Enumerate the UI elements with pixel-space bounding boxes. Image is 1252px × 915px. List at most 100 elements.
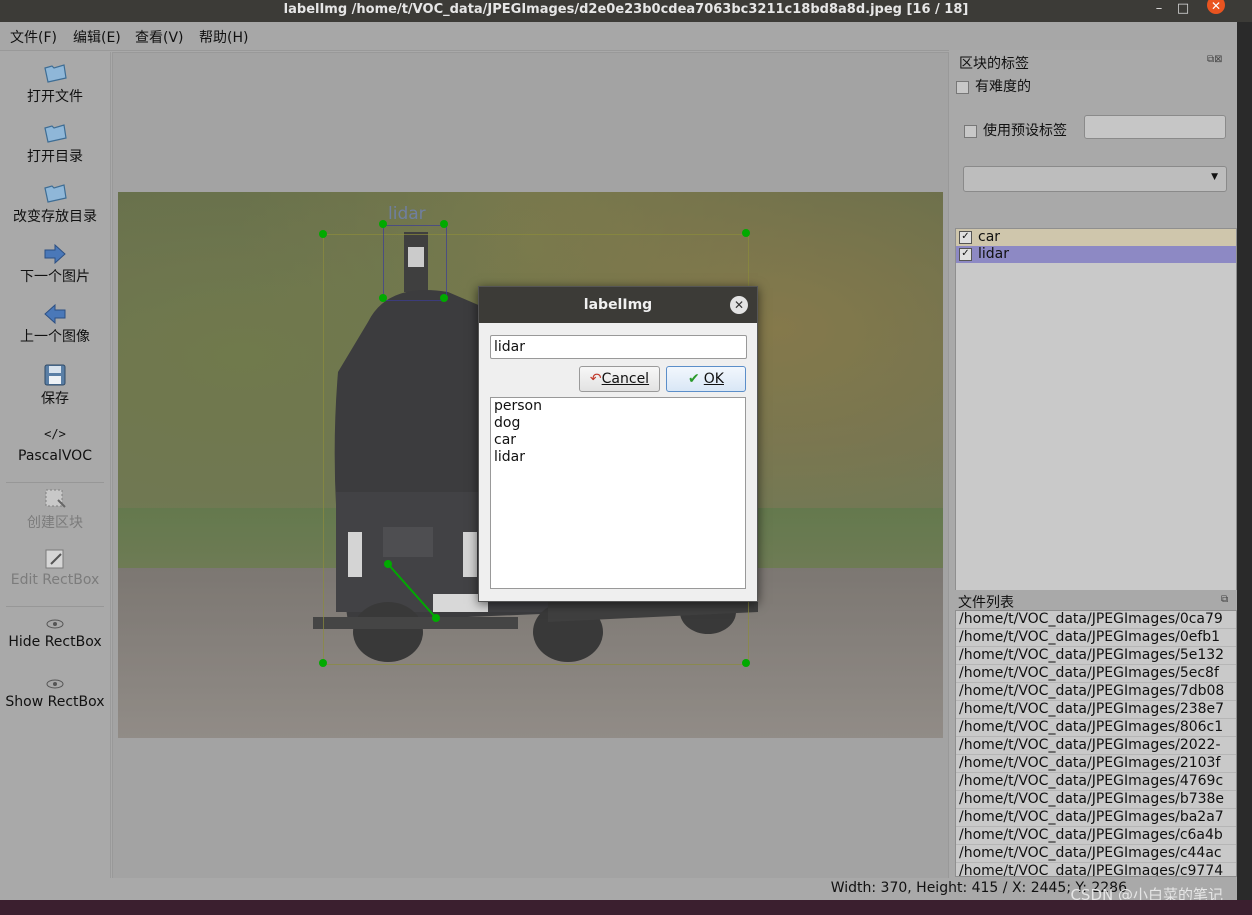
label-option-item[interactable]: car: [491, 432, 745, 449]
use-default-label-checkbox[interactable]: 使用预设标签: [964, 120, 1067, 140]
file-list-item[interactable]: /home/t/VOC_data/JPEGImages/5ec8f: [956, 665, 1236, 683]
checkbox-icon: [956, 80, 969, 94]
folder-icon: [44, 124, 67, 143]
box-vertex-point[interactable]: [742, 229, 750, 237]
menu-view[interactable]: 查看(V): [135, 27, 184, 47]
file-list-item[interactable]: /home/t/VOC_data/JPEGImages/0efb1: [956, 629, 1236, 647]
format-button[interactable]: </> PascalVOC: [0, 424, 110, 464]
open-dir-button[interactable]: 打开目录: [0, 120, 110, 166]
default-label-input[interactable]: [1084, 115, 1226, 139]
checkbox-icon: [964, 124, 977, 138]
dialog-header[interactable]: labelImg ✕: [479, 287, 757, 323]
box-vertex-point[interactable]: [379, 220, 387, 228]
file-list[interactable]: /home/t/VOC_data/JPEGImages/0ca79 /home/…: [955, 610, 1237, 877]
dialog-close-button[interactable]: ✕: [730, 296, 748, 314]
menu-edit[interactable]: 编辑(E): [73, 27, 121, 47]
file-list-item[interactable]: /home/t/VOC_data/JPEGImages/2022-: [956, 737, 1236, 755]
file-list-item[interactable]: /home/t/VOC_data/JPEGImages/238e7: [956, 701, 1236, 719]
file-list-item[interactable]: /home/t/VOC_data/JPEGImages/0ca79: [956, 611, 1236, 629]
box-vertex-point[interactable]: [742, 659, 750, 667]
prev-image-button[interactable]: 上一个图像: [0, 302, 110, 346]
check-icon[interactable]: ✓: [959, 247, 972, 261]
label-option-item[interactable]: dog: [491, 415, 745, 432]
label-combo-box[interactable]: ▼: [963, 166, 1227, 192]
left-toolbar: 打开文件 打开目录 改变存放目录 下一个图片 上一个图像 保存 </> Pasc…: [0, 52, 111, 878]
create-rectbox-button[interactable]: 创建区块: [0, 486, 110, 532]
file-list-item[interactable]: /home/t/VOC_data/JPEGImages/4769c: [956, 773, 1236, 791]
file-dock-title: 文件列表: [958, 595, 1014, 611]
chevron-down-icon: ▼: [1211, 172, 1218, 182]
open-file-button[interactable]: 打开文件: [0, 60, 110, 106]
next-image-button[interactable]: 下一个图片: [0, 242, 110, 286]
box-vertex-point[interactable]: [379, 294, 387, 302]
label-option-item[interactable]: lidar: [491, 449, 745, 466]
check-icon[interactable]: ✓: [959, 230, 972, 244]
file-list-item[interactable]: /home/t/VOC_data/JPEGImages/806c1: [956, 719, 1236, 737]
window-title: labelImg /home/t/VOC_data/JPEGImages/d2e…: [283, 2, 969, 17]
maximize-button[interactable]: □: [1172, 0, 1194, 22]
labels-dock-title: 区块的标签: [959, 56, 1029, 72]
undo-arrow-icon: ↶: [589, 371, 602, 387]
ok-label: OK: [703, 371, 724, 387]
dock-float-close-icons[interactable]: ⧉⊠: [1207, 54, 1223, 65]
menu-file[interactable]: 文件(F): [10, 27, 57, 47]
file-list-item[interactable]: /home/t/VOC_data/JPEGImages/c44ac: [956, 845, 1236, 863]
save-disk-icon: [44, 364, 66, 386]
show-rectbox-label: Show RectBox: [5, 694, 105, 710]
menu-bar: 文件(F) 编辑(E) 查看(V) 帮助(H): [0, 22, 1237, 51]
eye-icon: [46, 619, 64, 629]
hide-rectbox-button[interactable]: Hide RectBox: [0, 614, 110, 650]
file-list-item[interactable]: /home/t/VOC_data/JPEGImages/c9774: [956, 863, 1236, 876]
arrow-left-icon: [44, 303, 66, 325]
code-icon: </>: [44, 427, 66, 441]
label-list-item-selected[interactable]: ✓ lidar: [956, 246, 1236, 263]
file-list-dock: 文件列表 ⧉ /home/t/VOC_data/JPEGImages/0ca79…: [949, 590, 1237, 878]
edit-rectbox-button[interactable]: Edit RectBox: [0, 546, 110, 588]
box-vertex-point[interactable]: [319, 230, 327, 238]
open-dir-label: 打开目录: [27, 149, 83, 165]
label-options-list[interactable]: person dog car lidar: [490, 397, 746, 589]
box-vertex-point[interactable]: [440, 220, 448, 228]
ok-button[interactable]: ✔ OK: [666, 366, 746, 392]
drawing-point[interactable]: [384, 560, 392, 568]
difficult-checkbox[interactable]: 有难度的: [956, 76, 1031, 96]
cancel-button[interactable]: ↶Cancel: [579, 366, 660, 392]
prev-image-label: 上一个图像: [20, 329, 90, 345]
minimize-button[interactable]: –: [1148, 0, 1170, 22]
open-file-label: 打开文件: [27, 89, 83, 105]
use-default-label-text: 使用预设标签: [983, 123, 1067, 139]
menu-help[interactable]: 帮助(H): [199, 27, 248, 47]
file-list-item[interactable]: /home/t/VOC_data/JPEGImages/5e132: [956, 647, 1236, 665]
dock-float-icon[interactable]: ⧉: [1221, 594, 1228, 605]
lidar-bounding-box[interactable]: [383, 225, 447, 301]
label-list[interactable]: ✓ car ✓ lidar: [955, 228, 1237, 607]
label-dialog: labelImg ✕ lidar ↶Cancel ✔ OK person dog …: [478, 286, 758, 602]
hide-rectbox-label: Hide RectBox: [8, 634, 102, 650]
eye-icon: [46, 679, 64, 689]
show-rectbox-button[interactable]: Show RectBox: [0, 674, 110, 710]
file-list-item[interactable]: /home/t/VOC_data/JPEGImages/ba2a7: [956, 809, 1236, 827]
file-list-item[interactable]: /home/t/VOC_data/JPEGImages/c6a4b: [956, 827, 1236, 845]
label-list-item[interactable]: ✓ car: [956, 229, 1236, 246]
label-input[interactable]: lidar: [490, 335, 747, 359]
save-label: 保存: [41, 391, 69, 407]
drawing-point[interactable]: [432, 614, 440, 622]
toolbar-separator: [6, 482, 104, 483]
file-list-item[interactable]: /home/t/VOC_data/JPEGImages/7db08: [956, 683, 1236, 701]
file-list-item[interactable]: /home/t/VOC_data/JPEGImages/b738e: [956, 791, 1236, 809]
save-button[interactable]: 保存: [0, 362, 110, 408]
box-vertex-point[interactable]: [319, 659, 327, 667]
file-list-item[interactable]: /home/t/VOC_data/JPEGImages/2103f: [956, 755, 1236, 773]
window-titlebar[interactable]: labelImg /home/t/VOC_data/JPEGImages/d2e…: [0, 0, 1252, 22]
folder-icon: [44, 184, 67, 203]
create-rectbox-label: 创建区块: [27, 515, 83, 531]
change-save-dir-button[interactable]: 改变存放目录: [0, 180, 110, 226]
label-option-item[interactable]: person: [491, 398, 745, 415]
next-image-label: 下一个图片: [20, 269, 90, 285]
change-save-dir-label: 改变存放目录: [13, 209, 97, 225]
box-vertex-point[interactable]: [440, 294, 448, 302]
label-item-text: lidar: [978, 246, 1010, 262]
dialog-title: labelImg: [583, 297, 653, 313]
arrow-right-icon: [44, 243, 66, 265]
create-box-icon: [45, 489, 66, 508]
